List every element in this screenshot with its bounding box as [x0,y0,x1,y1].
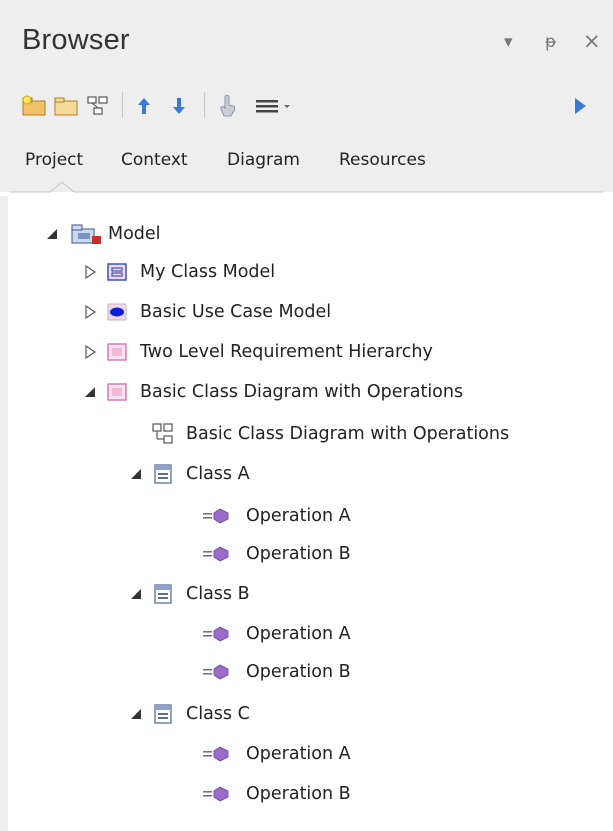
tab-diagram[interactable]: Diagram [227,150,300,170]
tree-item-operation[interactable]: Operation B [202,776,351,812]
tree-item-operation[interactable]: Operation A [202,616,351,652]
new-package-icon[interactable] [20,92,48,120]
browser-header: Browser ▾ ᵽ × Project Context Diagram Re… [0,0,613,192]
operation-icon [202,661,232,683]
tree-item-model[interactable]: Model [44,216,161,252]
close-icon[interactable]: × [583,29,601,53]
tree-item-label: Operation A [246,506,351,526]
tree-item-operation[interactable]: Operation B [202,654,351,690]
tree-item-operation[interactable]: Operation A [202,736,351,772]
tree-item-my-class-model[interactable]: My Class Model [82,254,275,290]
operation-icon [202,783,232,805]
tree-item-operation[interactable]: Operation B [202,536,351,572]
move-down-icon[interactable] [165,92,193,120]
dropdown-icon[interactable]: ▾ [504,32,513,52]
expand-arrow-icon[interactable] [82,304,98,320]
browser-toolbar [0,82,613,128]
tree-item-label: Class A [186,464,250,484]
tree-item-label: Operation B [246,662,351,682]
tree-item-operation[interactable]: Operation A [202,498,351,534]
collapse-icon[interactable] [82,384,98,400]
class-model-icon [106,261,128,283]
tree-item-label: Operation B [246,544,351,564]
use-case-model-icon [106,301,128,323]
class-icon [152,583,174,605]
tab-context[interactable]: Context [121,150,188,170]
panel-left-edge [0,196,8,831]
operation-icon [202,505,232,527]
tree-item-label: Operation A [246,744,351,764]
tree-item-label: Class C [186,704,250,724]
tree-item-label: Basic Class Diagram with Operations [140,382,464,402]
pin-icon[interactable]: ᵽ [545,32,556,52]
operation-icon [202,543,232,565]
locate-icon[interactable] [214,92,242,120]
browser-panel: Browser ▾ ᵽ × Project Context Diagram Re… [0,0,613,831]
class-diagram-icon [152,423,174,445]
tree-item-label: Operation A [246,624,351,644]
tree-item-basic-use-case-model[interactable]: Basic Use Case Model [82,294,331,330]
package-icon [106,341,128,363]
tree-item-label: Class B [186,584,250,604]
tab-project[interactable]: Project [25,150,83,170]
tree-item-class-c[interactable]: Class C [128,696,250,732]
menu-icon[interactable] [254,92,294,120]
tree-item-label: Model [108,224,161,244]
collapse-icon[interactable] [128,466,144,482]
tree-item-diagram[interactable]: Basic Class Diagram with Operations [152,416,509,452]
operation-icon [202,623,232,645]
operation-icon [202,743,232,765]
toolbar-separator [122,92,123,118]
new-folder-icon[interactable] [52,92,80,120]
expand-icon[interactable] [566,92,594,120]
expand-arrow-icon[interactable] [82,264,98,280]
tree-item-label: My Class Model [140,262,276,282]
tree-item-label: Two Level Requirement Hierarchy [140,342,433,362]
class-icon [152,463,174,485]
tab-indicator [10,181,603,193]
new-diagram-icon[interactable] [84,92,112,120]
panel-title: Browser [22,24,130,56]
collapse-icon[interactable] [44,226,60,242]
tree-item-basic-class-diagram-package[interactable]: Basic Class Diagram with Operations [82,374,463,410]
tree-item-two-level-requirement-hierarchy[interactable]: Two Level Requirement Hierarchy [82,334,433,370]
tab-resources[interactable]: Resources [339,150,426,170]
tree-item-class-a[interactable]: Class A [128,456,250,492]
tree-item-label: Basic Use Case Model [140,302,332,322]
model-root-icon [68,223,102,245]
class-icon [152,703,174,725]
expand-arrow-icon[interactable] [82,344,98,360]
move-up-icon[interactable] [130,92,158,120]
tree-item-label: Basic Class Diagram with Operations [186,424,510,444]
tree-item-class-b[interactable]: Class B [128,576,250,612]
collapse-icon[interactable] [128,706,144,722]
toolbar-separator [204,92,205,118]
collapse-icon[interactable] [128,586,144,602]
tree-item-label: Operation B [246,784,351,804]
package-icon [106,381,128,403]
